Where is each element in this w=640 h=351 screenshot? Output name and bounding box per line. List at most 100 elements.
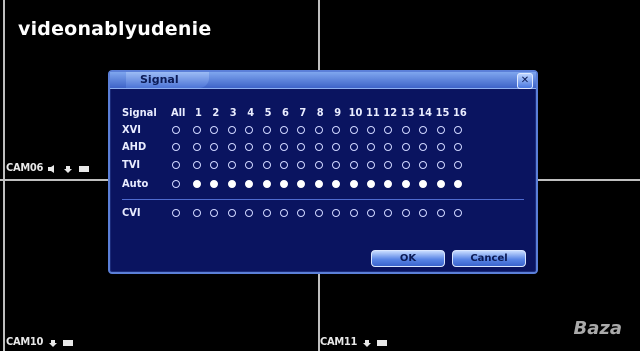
radio-ahd-ch16[interactable] bbox=[454, 143, 462, 151]
radio-cvi-ch16[interactable] bbox=[454, 209, 462, 217]
radio-ahd-ch6[interactable] bbox=[280, 143, 288, 151]
radio-tvi-all[interactable] bbox=[172, 161, 180, 169]
radio-xvi-ch6[interactable] bbox=[280, 126, 288, 134]
row-label-ahd: AHD bbox=[122, 140, 147, 153]
radio-tvi-ch13[interactable] bbox=[401, 161, 410, 169]
radio-auto-ch3[interactable] bbox=[227, 180, 236, 188]
radio-ahd-ch9[interactable] bbox=[332, 143, 341, 151]
radio-xvi-ch5[interactable] bbox=[262, 126, 271, 134]
radio-xvi-ch7[interactable] bbox=[297, 126, 306, 134]
radio-xvi-ch1[interactable] bbox=[193, 126, 201, 134]
radio-ahd-ch3[interactable] bbox=[227, 143, 236, 151]
radio-xvi-ch16[interactable] bbox=[454, 126, 462, 134]
radio-cvi-ch7[interactable] bbox=[297, 209, 306, 217]
radio-auto-ch12[interactable] bbox=[384, 180, 393, 188]
radio-ahd-ch7[interactable] bbox=[297, 143, 306, 151]
radio-cvi-ch14[interactable] bbox=[419, 209, 428, 217]
radio-xvi-ch3[interactable] bbox=[227, 126, 236, 134]
radio-auto-ch5[interactable] bbox=[262, 180, 271, 188]
radio-tvi-ch12[interactable] bbox=[384, 161, 393, 169]
row-label-xvi: XVI bbox=[122, 123, 141, 136]
radio-tvi-ch7[interactable] bbox=[297, 161, 306, 169]
radio-xvi-ch4[interactable] bbox=[245, 126, 254, 134]
radio-auto-ch8[interactable] bbox=[314, 180, 323, 188]
radio-auto-ch13[interactable] bbox=[401, 180, 410, 188]
radio-ahd-ch10[interactable] bbox=[349, 143, 358, 151]
radio-cvi-ch6[interactable] bbox=[280, 209, 288, 217]
radio-cvi-all[interactable] bbox=[172, 209, 180, 217]
radio-cvi-ch8[interactable] bbox=[314, 209, 323, 217]
radio-auto-ch1[interactable] bbox=[193, 180, 201, 188]
radio-ahd-ch12[interactable] bbox=[384, 143, 393, 151]
radio-tvi-ch1[interactable] bbox=[193, 161, 201, 169]
radio-ahd-ch8[interactable] bbox=[314, 143, 323, 151]
radio-cvi-ch13[interactable] bbox=[401, 209, 410, 217]
radio-xvi-all[interactable] bbox=[172, 126, 180, 134]
radio-auto-ch15[interactable] bbox=[436, 180, 445, 188]
radio-cvi-ch4[interactable] bbox=[245, 209, 254, 217]
radio-cvi-ch12[interactable] bbox=[384, 209, 393, 217]
radio-tvi-ch10[interactable] bbox=[349, 161, 358, 169]
radio-cvi-ch5[interactable] bbox=[262, 209, 271, 217]
radio-cvi-ch1[interactable] bbox=[193, 209, 201, 217]
radio-xvi-ch14[interactable] bbox=[419, 126, 428, 134]
camera-name: CAM06 bbox=[6, 161, 44, 174]
radio-tvi-ch3[interactable] bbox=[227, 161, 236, 169]
header-channel-11: 11 bbox=[366, 106, 380, 119]
alarm-icon bbox=[49, 339, 58, 347]
radio-cvi-ch15[interactable] bbox=[436, 209, 445, 217]
radio-ahd-ch15[interactable] bbox=[436, 143, 445, 151]
radio-xvi-ch10[interactable] bbox=[349, 126, 358, 134]
watermark-text: videonablyudenie bbox=[18, 18, 212, 40]
radio-cvi-ch2[interactable] bbox=[210, 209, 219, 217]
radio-tvi-ch9[interactable] bbox=[332, 161, 341, 169]
radio-auto-ch11[interactable] bbox=[367, 180, 375, 188]
camera-label-cam10: CAM10 bbox=[6, 335, 75, 349]
radio-xvi-ch13[interactable] bbox=[401, 126, 410, 134]
radio-cvi-ch3[interactable] bbox=[227, 209, 236, 217]
radio-auto-ch14[interactable] bbox=[419, 180, 428, 188]
radio-xvi-ch15[interactable] bbox=[436, 126, 445, 134]
radio-auto-ch2[interactable] bbox=[210, 180, 219, 188]
header-channel-12: 12 bbox=[383, 106, 398, 119]
radio-tvi-ch6[interactable] bbox=[280, 161, 288, 169]
radio-tvi-ch2[interactable] bbox=[210, 161, 219, 169]
ok-button[interactable]: OK bbox=[371, 250, 445, 267]
cancel-button[interactable]: Cancel bbox=[452, 250, 526, 267]
header-channel-7: 7 bbox=[299, 106, 307, 119]
radio-cvi-ch11[interactable] bbox=[367, 209, 375, 217]
radio-auto-ch7[interactable] bbox=[297, 180, 306, 188]
radio-auto-ch16[interactable] bbox=[454, 180, 462, 188]
radio-tvi-ch8[interactable] bbox=[314, 161, 323, 169]
radio-ahd-all[interactable] bbox=[172, 143, 180, 151]
header-signal: Signal bbox=[122, 106, 157, 119]
radio-auto-ch10[interactable] bbox=[349, 180, 358, 188]
radio-ahd-ch2[interactable] bbox=[210, 143, 219, 151]
radio-auto-ch4[interactable] bbox=[245, 180, 254, 188]
radio-xvi-ch12[interactable] bbox=[384, 126, 393, 134]
radio-auto-ch9[interactable] bbox=[332, 180, 341, 188]
radio-tvi-ch5[interactable] bbox=[262, 161, 271, 169]
radio-xvi-ch9[interactable] bbox=[332, 126, 341, 134]
radio-xvi-ch2[interactable] bbox=[210, 126, 219, 134]
radio-xvi-ch11[interactable] bbox=[367, 126, 375, 134]
radio-auto-all[interactable] bbox=[172, 180, 180, 188]
radio-tvi-ch15[interactable] bbox=[436, 161, 445, 169]
radio-tvi-ch14[interactable] bbox=[419, 161, 428, 169]
radio-xvi-ch8[interactable] bbox=[314, 126, 323, 134]
radio-auto-ch6[interactable] bbox=[280, 180, 288, 188]
dialog-titlebar[interactable]: Signal ✕ bbox=[110, 72, 536, 89]
radio-ahd-ch4[interactable] bbox=[245, 143, 254, 151]
radio-ahd-ch5[interactable] bbox=[262, 143, 271, 151]
radio-cvi-ch10[interactable] bbox=[349, 209, 358, 217]
radio-ahd-ch14[interactable] bbox=[419, 143, 428, 151]
signal-dialog: Signal ✕ Signal All 1 2 3 4 5 6 7 8 9 10 11 12 13 14 15 1… bbox=[108, 70, 538, 274]
radio-tvi-ch16[interactable] bbox=[454, 161, 462, 169]
radio-tvi-ch11[interactable] bbox=[367, 161, 375, 169]
radio-cvi-ch9[interactable] bbox=[332, 209, 341, 217]
radio-ahd-ch11[interactable] bbox=[367, 143, 375, 151]
radio-tvi-ch4[interactable] bbox=[245, 161, 254, 169]
radio-ahd-ch1[interactable] bbox=[193, 143, 201, 151]
close-button[interactable]: ✕ bbox=[517, 73, 533, 89]
radio-ahd-ch13[interactable] bbox=[401, 143, 410, 151]
